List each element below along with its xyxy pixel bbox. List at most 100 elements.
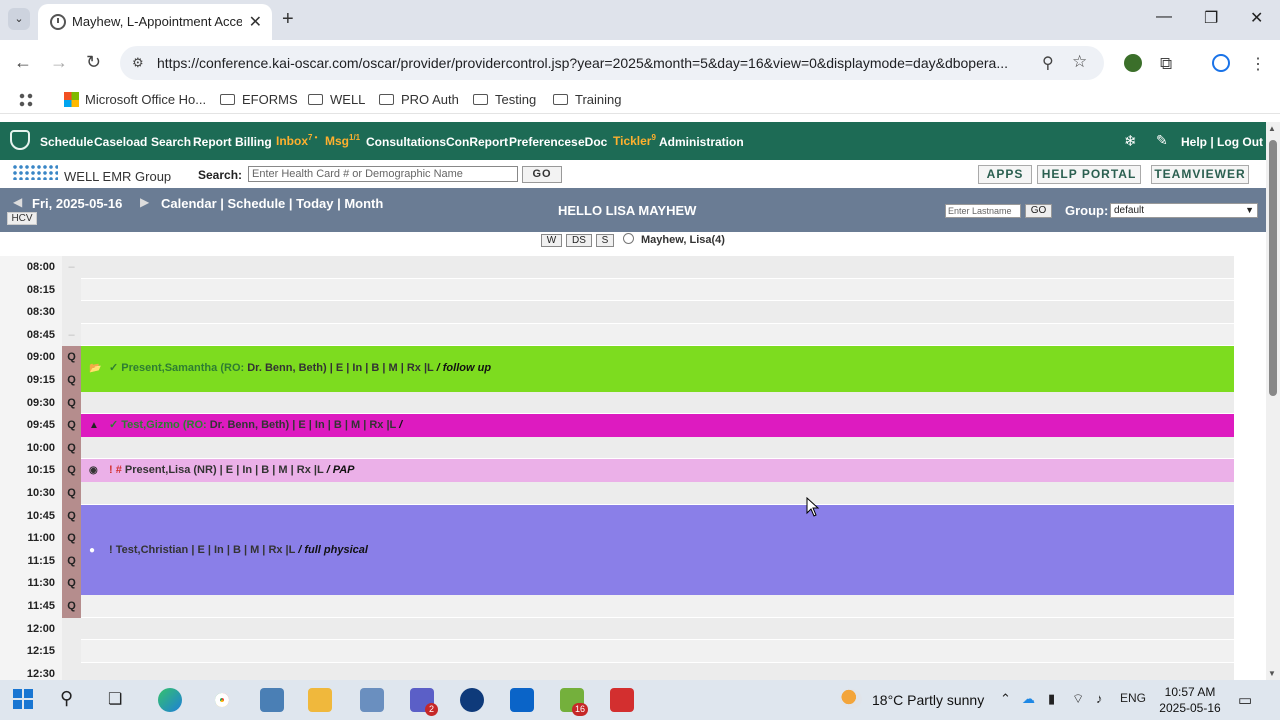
scroll-up-icon[interactable]: ▲: [1268, 124, 1276, 133]
nav-search[interactable]: Search: [151, 135, 191, 149]
scroll-down-icon[interactable]: ▼: [1268, 669, 1276, 678]
minimize-icon[interactable]: —: [1156, 8, 1172, 26]
system-clock[interactable]: 10:57 AM 2025-05-16: [1158, 684, 1222, 716]
quick-add-button[interactable]: [62, 662, 81, 680]
calculator-icon[interactable]: [360, 688, 384, 712]
empty-slot[interactable]: [81, 391, 1234, 415]
nav-inbox[interactable]: Inbox7 •: [276, 133, 317, 148]
timeslot-time[interactable]: 12:00: [0, 617, 62, 641]
apps-button[interactable]: APPS: [978, 165, 1032, 184]
address-url[interactable]: https://conference.kai-oscar.com/oscar/p…: [157, 55, 1037, 71]
patient-name[interactable]: Test,Gizmo: [121, 419, 179, 431]
extensions-puzzle-icon[interactable]: ⧉: [1160, 54, 1178, 73]
appointment-block[interactable]: ▲ ✓ Test,Gizmo (RO: Dr. Benn, Beth) | E |…: [81, 414, 1234, 437]
empty-slot[interactable]: [81, 323, 1234, 347]
quick-add-button[interactable]: Q: [62, 414, 81, 437]
apps-grid-icon[interactable]: [18, 92, 34, 108]
lastname-go-button[interactable]: GO: [1025, 204, 1052, 218]
reload-icon[interactable]: ↻: [86, 52, 101, 73]
notifications-icon[interactable]: ▭: [1238, 691, 1252, 709]
quick-add-button[interactable]: Q: [62, 595, 81, 618]
window-close-icon[interactable]: ✕: [1250, 8, 1263, 28]
folder-icon[interactable]: 📂: [89, 347, 103, 391]
microphone-icon[interactable]: ▮: [1048, 691, 1055, 707]
quick-add-button[interactable]: Q: [62, 459, 81, 482]
quick-add-button[interactable]: Q: [62, 482, 81, 505]
nav-caseload[interactable]: Caseload: [94, 135, 147, 149]
empty-slot[interactable]: [81, 617, 1234, 641]
timeslot-time[interactable]: 09:15: [0, 369, 62, 392]
empty-slot[interactable]: [81, 640, 1234, 663]
person-icon[interactable]: ▲: [89, 415, 103, 437]
appointment-block[interactable]: 📂 ✓ Present,Samantha (RO: Dr. Benn, Beth)…: [81, 346, 1234, 392]
teamviewer-app-icon[interactable]: [460, 688, 484, 712]
quick-add-button[interactable]: Q: [62, 527, 81, 550]
nav-preferences[interactable]: Preferences: [509, 135, 578, 149]
snowflake-icon[interactable]: ❄: [1124, 132, 1140, 150]
nav-administration[interactable]: Administration: [659, 135, 744, 149]
quick-add-button[interactable]: Q: [62, 504, 81, 528]
language-indicator[interactable]: ENG: [1120, 691, 1146, 705]
forward-arrow-icon[interactable]: →: [50, 52, 68, 73]
provider-name[interactable]: Mayhew, Lisa(4): [641, 234, 725, 246]
bookmark-pro-auth[interactable]: PRO Auth: [379, 92, 459, 107]
acrobat-icon[interactable]: [610, 688, 634, 712]
quick-add-button[interactable]: Q: [62, 391, 81, 415]
timeslot-time[interactable]: 08:45: [0, 323, 62, 347]
search-icon[interactable]: ⚲: [60, 688, 84, 712]
back-arrow-icon[interactable]: ←: [14, 52, 32, 73]
quick-add-button[interactable]: –: [62, 256, 81, 279]
nav-edoc[interactable]: eDoc: [578, 135, 607, 149]
bookmark-star-icon[interactable]: ☆: [1072, 52, 1087, 72]
onedrive-icon[interactable]: ☁: [1022, 691, 1035, 707]
timeslot-time[interactable]: 12:15: [0, 640, 62, 663]
nav-conreport[interactable]: ConReport: [446, 135, 508, 149]
restore-icon[interactable]: ❐: [1204, 8, 1218, 28]
daysheet-button[interactable]: DS: [566, 234, 592, 247]
patient-name[interactable]: Present,Lisa: [125, 464, 190, 476]
scrollbar-thumb[interactable]: [1269, 140, 1277, 396]
timeslot-time[interactable]: 10:30: [0, 482, 62, 505]
bookmark-training[interactable]: Training: [553, 92, 621, 107]
timeslot-time[interactable]: 09:45: [0, 414, 62, 437]
timeslot-time[interactable]: 10:15: [0, 459, 62, 482]
empty-slot[interactable]: [81, 278, 1234, 302]
edge-icon[interactable]: [158, 688, 182, 712]
bookmark-testing[interactable]: Testing: [473, 92, 536, 107]
quick-add-button[interactable]: Q: [62, 346, 81, 369]
lastname-input[interactable]: [945, 204, 1021, 218]
tab-close-icon[interactable]: ✕: [249, 12, 262, 32]
calendar-app-icon[interactable]: 16: [560, 688, 588, 716]
week-view-button[interactable]: W: [541, 234, 562, 247]
empty-slot[interactable]: [81, 436, 1234, 460]
quick-add-button[interactable]: [62, 301, 81, 324]
empty-slot[interactable]: [81, 301, 1234, 324]
outlook-icon[interactable]: [510, 688, 534, 712]
wifi-icon[interactable]: ⌔: [1072, 691, 1084, 707]
hcv-button[interactable]: HCV: [7, 212, 37, 225]
notepad-icon[interactable]: ✎: [1156, 132, 1172, 148]
timeslot-time[interactable]: 09:30: [0, 391, 62, 415]
appointment-links[interactable]: | E | In | B | M | Rx |L: [191, 544, 295, 556]
nav-report[interactable]: Report: [193, 135, 232, 149]
empty-slot[interactable]: [81, 662, 1234, 680]
quick-add-button[interactable]: Q: [62, 549, 81, 573]
browser-tab-active[interactable]: Mayhew, L-Appointment Acce ✕: [38, 4, 272, 40]
timeslot-time[interactable]: 08:15: [0, 278, 62, 302]
empty-slot[interactable]: [81, 595, 1234, 618]
appointment-links[interactable]: | E | In | B | M | Rx |L: [330, 362, 434, 374]
address-bar[interactable]: ⚙ https://conference.kai-oscar.com/oscar…: [120, 46, 1104, 80]
empty-slot[interactable]: [81, 256, 1234, 279]
timeslot-time[interactable]: 10:00: [0, 436, 62, 460]
appointment-links[interactable]: | E | In | B | M | Rx |L: [292, 419, 396, 431]
timeslot-time[interactable]: 10:45: [0, 504, 62, 528]
quick-add-button[interactable]: [62, 640, 81, 663]
new-tab-plus-icon[interactable]: +: [282, 8, 294, 31]
nav-msg[interactable]: Msg1/1: [325, 133, 360, 148]
timeslot-time[interactable]: 11:30: [0, 572, 62, 595]
file-explorer-icon[interactable]: [308, 688, 332, 712]
demographic-search-input[interactable]: [248, 166, 518, 182]
task-view-icon[interactable]: ❏: [108, 688, 132, 712]
teamviewer-button[interactable]: TEAMVIEWER: [1151, 165, 1249, 184]
empty-slot[interactable]: [81, 482, 1234, 505]
